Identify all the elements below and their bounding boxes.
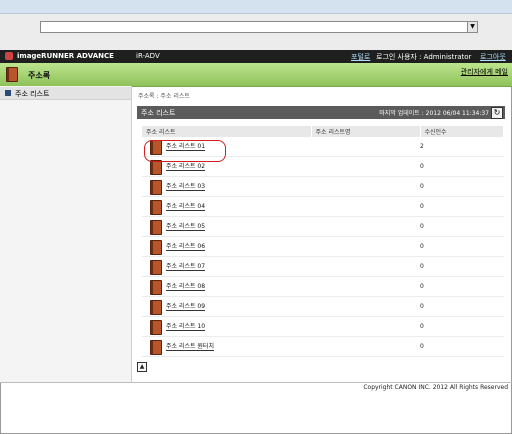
list-display-name bbox=[311, 296, 420, 317]
table-row[interactable]: 주소 리스트 07 0 bbox=[142, 256, 504, 277]
list-display-name bbox=[311, 276, 420, 297]
list-display-name bbox=[311, 196, 420, 217]
sidebar: 주소 리스트 bbox=[0, 86, 132, 382]
footer-divider bbox=[0, 382, 512, 383]
address-book-icon bbox=[150, 260, 162, 275]
list-display-name bbox=[311, 236, 420, 257]
scroll-top-icon[interactable]: ▲ bbox=[137, 362, 147, 372]
recipient-count: 0 bbox=[420, 196, 504, 217]
table-row[interactable]: 주소 리스트 원터치 0 bbox=[142, 336, 504, 357]
address-book-icon bbox=[6, 67, 18, 82]
login-user-label: 로그인 사용자 : Administrator bbox=[376, 53, 472, 61]
table-row[interactable]: 주소 리스트 09 0 bbox=[142, 296, 504, 317]
refresh-icon[interactable]: ↻ bbox=[491, 107, 503, 119]
table-row[interactable]: 주소 리스트 06 0 bbox=[142, 236, 504, 257]
address-list-link[interactable]: 주소 리스트 02 bbox=[166, 163, 206, 171]
address-book-icon bbox=[150, 300, 162, 315]
address-book-icon bbox=[150, 160, 162, 175]
address-list-link[interactable]: 주소 리스트 10 bbox=[166, 323, 206, 331]
address-list-link[interactable]: 주소 리스트 04 bbox=[166, 203, 206, 211]
panel-title: 주소 리스트 bbox=[141, 109, 176, 117]
list-display-name bbox=[311, 336, 420, 357]
app-header: imageRUNNER ADVANCE iR-ADV 포털로 로그인 사용자 :… bbox=[0, 50, 512, 63]
address-list-link[interactable]: 주소 리스트 09 bbox=[166, 303, 206, 311]
panel-header: 주소 리스트 마지막 업데이트 : 2012 06/04 11:34:37 ↻ bbox=[137, 106, 505, 119]
column-header-recipients: 수신인수 bbox=[420, 126, 504, 137]
chevron-down-icon[interactable]: ▼ bbox=[467, 22, 477, 32]
copyright-text: Copyright CANON INC. 2012 All Rights Res… bbox=[363, 384, 508, 391]
address-book-icon bbox=[150, 180, 162, 195]
address-list-link[interactable]: 주소 리스트 05 bbox=[166, 223, 206, 231]
list-display-name bbox=[311, 316, 420, 337]
last-updated-text: 마지막 업데이트 : 2012 06/04 11:34:37 bbox=[379, 110, 489, 117]
recipient-count: 0 bbox=[420, 316, 504, 337]
page-titlebar: 주소록 관리자에게 메일 bbox=[0, 63, 512, 87]
table-header-row: 주소 리스트 주소 리스트명 수신인수 bbox=[142, 126, 504, 137]
address-bar[interactable]: ▼ bbox=[40, 21, 478, 33]
address-book-icon bbox=[150, 320, 162, 335]
address-book-icon bbox=[150, 220, 162, 235]
table-row[interactable]: 주소 리스트 04 0 bbox=[142, 196, 504, 217]
recipient-count: 0 bbox=[420, 156, 504, 177]
address-book-icon bbox=[150, 340, 162, 355]
window-titlebar bbox=[0, 0, 512, 14]
recipient-count: 0 bbox=[420, 276, 504, 297]
recipient-count: 0 bbox=[420, 336, 504, 357]
address-book-icon bbox=[150, 280, 162, 295]
highlight-annotation bbox=[144, 140, 226, 162]
bullet-icon bbox=[5, 90, 11, 96]
list-display-name bbox=[311, 216, 420, 237]
column-header-list: 주소 리스트 bbox=[142, 126, 312, 137]
portal-link[interactable]: 포털로 bbox=[351, 52, 370, 62]
brand-name: imageRUNNER ADVANCE bbox=[17, 52, 114, 60]
canon-logo-icon bbox=[5, 52, 13, 60]
mail-admin-link[interactable]: 관리자에게 메일 bbox=[461, 67, 508, 77]
list-display-name bbox=[311, 137, 420, 157]
table-row[interactable]: 주소 리스트 03 0 bbox=[142, 176, 504, 197]
recipient-count: 0 bbox=[420, 256, 504, 277]
list-display-name bbox=[311, 156, 420, 177]
column-header-name: 주소 리스트명 bbox=[311, 126, 421, 137]
list-display-name bbox=[311, 176, 420, 197]
address-book-icon bbox=[150, 200, 162, 215]
recipient-count: 2 bbox=[420, 137, 504, 157]
device-name: iR-ADV bbox=[136, 52, 160, 60]
recipient-count: 0 bbox=[420, 236, 504, 257]
address-book-icon bbox=[150, 240, 162, 255]
address-list-link[interactable]: 주소 리스트 07 bbox=[166, 263, 206, 271]
sidebar-item-address-list[interactable]: 주소 리스트 bbox=[0, 87, 131, 100]
address-list-link[interactable]: 주소 리스트 06 bbox=[166, 243, 206, 251]
address-list-link[interactable]: 주소 리스트 08 bbox=[166, 283, 206, 291]
recipient-count: 0 bbox=[420, 216, 504, 237]
table-row[interactable]: 주소 리스트 08 0 bbox=[142, 276, 504, 297]
sidebar-item-label: 주소 리스트 bbox=[15, 90, 50, 98]
table-row[interactable]: 주소 리스트 05 0 bbox=[142, 216, 504, 237]
table-row[interactable]: 주소 리스트 10 0 bbox=[142, 316, 504, 337]
recipient-count: 0 bbox=[420, 176, 504, 197]
address-list-link[interactable]: 주소 리스트 03 bbox=[166, 183, 206, 191]
list-display-name bbox=[311, 256, 420, 277]
page-title: 주소록 bbox=[28, 71, 51, 80]
breadcrumb: 주소록 : 주소 리스트 bbox=[138, 93, 190, 100]
logout-link[interactable]: 로그아웃 bbox=[480, 52, 506, 62]
recipient-count: 0 bbox=[420, 296, 504, 317]
address-list-link[interactable]: 주소 리스트 원터치 bbox=[166, 343, 214, 351]
